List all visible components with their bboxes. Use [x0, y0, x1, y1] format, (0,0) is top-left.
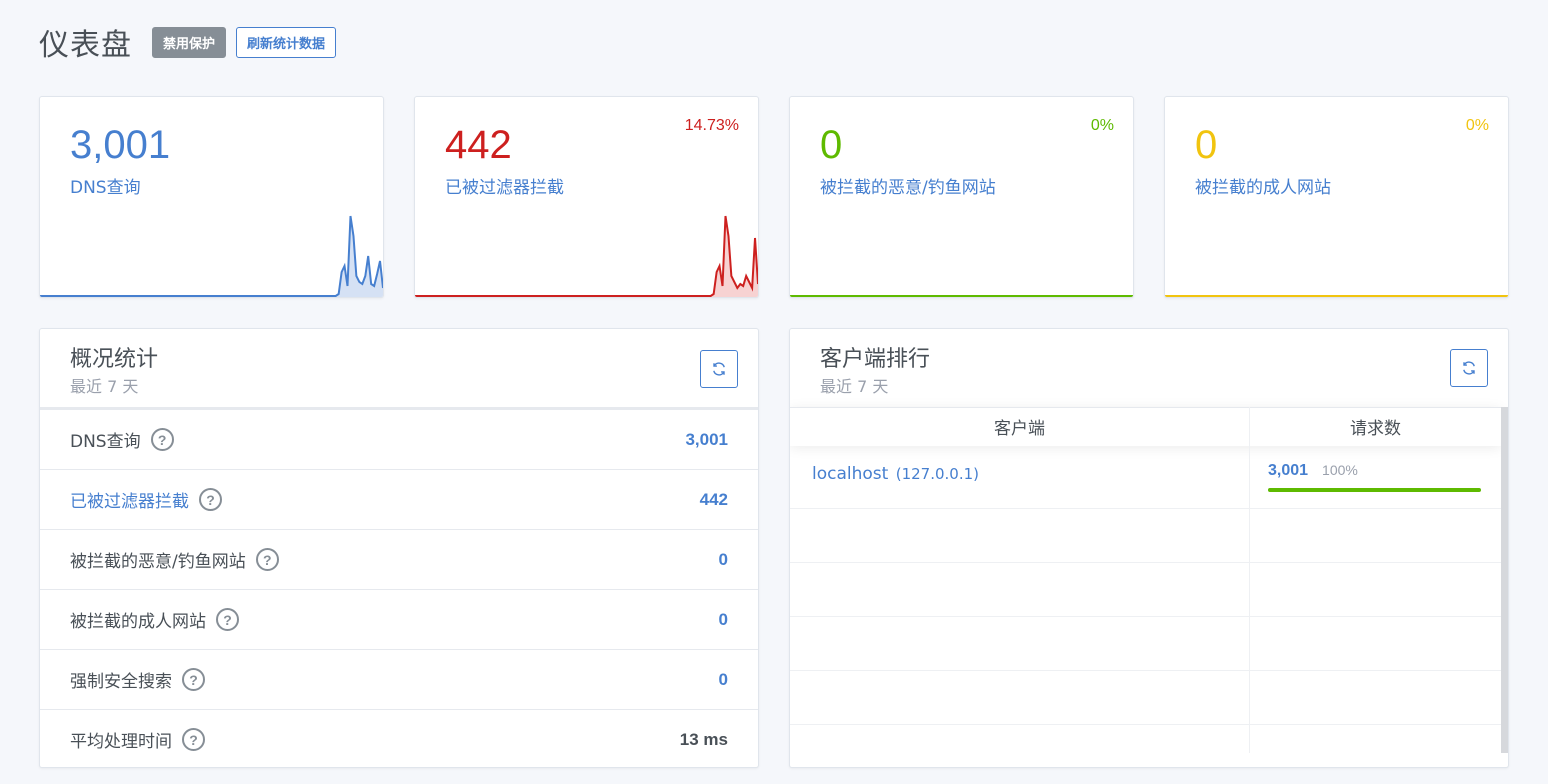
- blocked-adult-baseline: [1165, 295, 1508, 297]
- row-value-avg-processing: 13 ms: [679, 729, 728, 749]
- top-clients-panel: 客户端排行 最近 7 天 客户端 请求数 localhost (127.0.0.…: [789, 328, 1509, 768]
- row-value-safe-search: 0: [718, 669, 728, 689]
- blocked-filters-value: 442: [445, 123, 512, 167]
- help-icon[interactable]: ?: [182, 668, 205, 691]
- row-value-blocked-malware: 0: [718, 549, 728, 569]
- table-row: [790, 725, 1501, 753]
- disable-protection-button[interactable]: 禁用保护: [152, 26, 227, 58]
- requests-cell: 3,001 100%: [1268, 462, 1358, 480]
- request-percent: 100%: [1322, 462, 1358, 478]
- row-label-blocked-malware: 被拦截的恶意/钓鱼网站: [70, 552, 246, 572]
- overview-row-blocked-malware: 被拦截的恶意/钓鱼网站? 0: [40, 529, 758, 589]
- page-header: 仪表盘 禁用保护 刷新统计数据: [39, 22, 337, 63]
- blocked-adult-percent: 0%: [1465, 117, 1489, 134]
- blocked-adult-label[interactable]: 被拦截的成人网站: [1195, 173, 1331, 198]
- blocked-malware-percent: 0%: [1090, 117, 1114, 134]
- dns-queries-card: 3,001 DNS查询: [39, 96, 384, 298]
- overview-row-blocked-adult: 被拦截的成人网站? 0: [40, 589, 758, 649]
- blocked-filters-sparkline: [415, 215, 758, 297]
- page-title: 仪表盘: [39, 28, 132, 63]
- client-cell: localhost (127.0.0.1): [812, 464, 979, 484]
- sparkline-area: [40, 216, 383, 297]
- row-label-blocked-filters[interactable]: 已被过滤器拦截: [70, 487, 189, 512]
- blocked-malware-baseline: [790, 295, 1133, 297]
- row-value-blocked-adult: 0: [718, 609, 728, 629]
- sparkline-area: [415, 216, 758, 297]
- row-label-blocked-adult: 被拦截的成人网站: [70, 612, 206, 632]
- refresh-icon: [713, 362, 725, 376]
- client-ip: (127.0.0.1): [895, 465, 979, 483]
- overview-title: 概况统计: [70, 347, 159, 372]
- overview-row-avg-processing: 平均处理时间? 13 ms: [40, 709, 758, 767]
- help-icon[interactable]: ?: [216, 608, 239, 631]
- table-row: [790, 563, 1501, 617]
- top-clients-table: 客户端 请求数 localhost (127.0.0.1) 3,001 100%: [790, 407, 1501, 753]
- overview-refresh-button[interactable]: [700, 350, 738, 388]
- help-icon[interactable]: ?: [255, 548, 279, 571]
- table-row: [790, 509, 1501, 563]
- blocked-malware-value: 0: [820, 123, 843, 167]
- overview-panel: 概况统计 最近 7 天 DNS查询? 3,001 已被过滤器拦截? 442 被拦…: [39, 328, 759, 768]
- blocked-malware-label[interactable]: 被拦截的恶意/钓鱼网站: [820, 173, 996, 198]
- dns-queries-sparkline: [40, 215, 383, 297]
- row-value-dns-queries: 3,001: [685, 429, 728, 449]
- overview-subtitle: 最近 7 天: [70, 377, 139, 396]
- row-label-dns-queries: DNS查询: [70, 432, 141, 452]
- request-progress-fill: [1268, 488, 1481, 492]
- table-row: [790, 671, 1501, 725]
- top-clients-refresh-button[interactable]: [1450, 349, 1488, 387]
- top-clients-title: 客户端排行: [820, 347, 931, 372]
- help-icon[interactable]: ?: [182, 728, 205, 751]
- client-name-link[interactable]: localhost: [812, 464, 888, 484]
- request-progress-track: [1268, 488, 1481, 492]
- table-scrollbar[interactable]: [1501, 407, 1508, 753]
- row-label-avg-processing: 平均处理时间: [70, 732, 172, 752]
- blocked-filters-card: 442 14.73% 已被过滤器拦截: [414, 96, 759, 298]
- request-count: 3,001: [1268, 462, 1309, 479]
- refresh-statistics-button[interactable]: 刷新统计数据: [236, 26, 337, 58]
- help-icon[interactable]: ?: [150, 428, 174, 451]
- dns-queries-value: 3,001: [70, 123, 171, 167]
- refresh-icon: [1463, 361, 1475, 375]
- top-clients-subtitle: 最近 7 天: [820, 377, 889, 396]
- column-header-client[interactable]: 客户端: [790, 407, 1249, 446]
- blocked-malware-card: 0 0% 被拦截的恶意/钓鱼网站: [789, 96, 1134, 298]
- blocked-filters-label[interactable]: 已被过滤器拦截: [445, 173, 564, 198]
- overview-row-safe-search: 强制安全搜索? 0: [40, 649, 758, 709]
- table-row: [790, 617, 1501, 671]
- blocked-adult-card: 0 0% 被拦截的成人网站: [1164, 96, 1509, 298]
- overview-row-blocked-filters: 已被过滤器拦截? 442: [40, 469, 758, 529]
- sparkline-line: [415, 215, 758, 297]
- column-header-requests[interactable]: 请求数: [1250, 407, 1501, 446]
- sparkline-line: [40, 215, 383, 297]
- row-label-safe-search: 强制安全搜索: [70, 672, 172, 692]
- row-value-blocked-filters: 442: [699, 489, 728, 509]
- overview-row-dns-queries: DNS查询? 3,001: [40, 409, 758, 469]
- table-row: localhost (127.0.0.1) 3,001 100%: [790, 446, 1501, 509]
- dns-queries-label[interactable]: DNS查询: [70, 173, 141, 198]
- blocked-adult-value: 0: [1195, 123, 1218, 167]
- help-icon[interactable]: ?: [199, 488, 222, 511]
- blocked-filters-percent: 14.73%: [684, 117, 739, 134]
